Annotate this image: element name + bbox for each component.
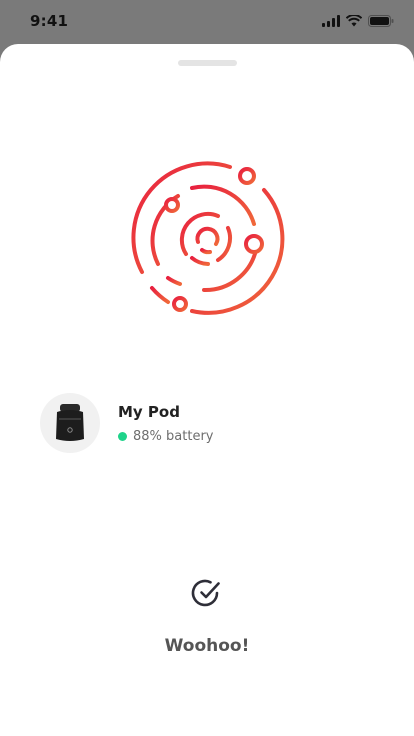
device-info: My Pod 88% battery	[118, 403, 213, 444]
status-icons	[322, 15, 394, 27]
status-bar: 9:41	[0, 0, 414, 44]
battery-icon	[368, 15, 394, 27]
device-row[interactable]: My Pod 88% battery	[40, 393, 213, 453]
device-name: My Pod	[118, 402, 180, 421]
bottom-sheet: My Pod 88% battery Woohoo!	[0, 44, 414, 736]
device-avatar	[40, 393, 100, 453]
battery-status-dot	[118, 431, 127, 441]
sheet-drag-handle[interactable]	[178, 60, 237, 66]
wifi-icon	[346, 15, 362, 27]
battery-text: 88% battery	[133, 428, 214, 444]
check-circle-icon	[191, 579, 220, 607]
status-time: 9:41	[30, 12, 69, 30]
success-message: Woohoo!	[164, 636, 250, 656]
device-battery-status: 88% battery	[118, 429, 213, 444]
signal-icon	[322, 15, 340, 27]
orbit-logo-icon	[131, 161, 285, 315]
pod-device-icon	[56, 404, 84, 441]
